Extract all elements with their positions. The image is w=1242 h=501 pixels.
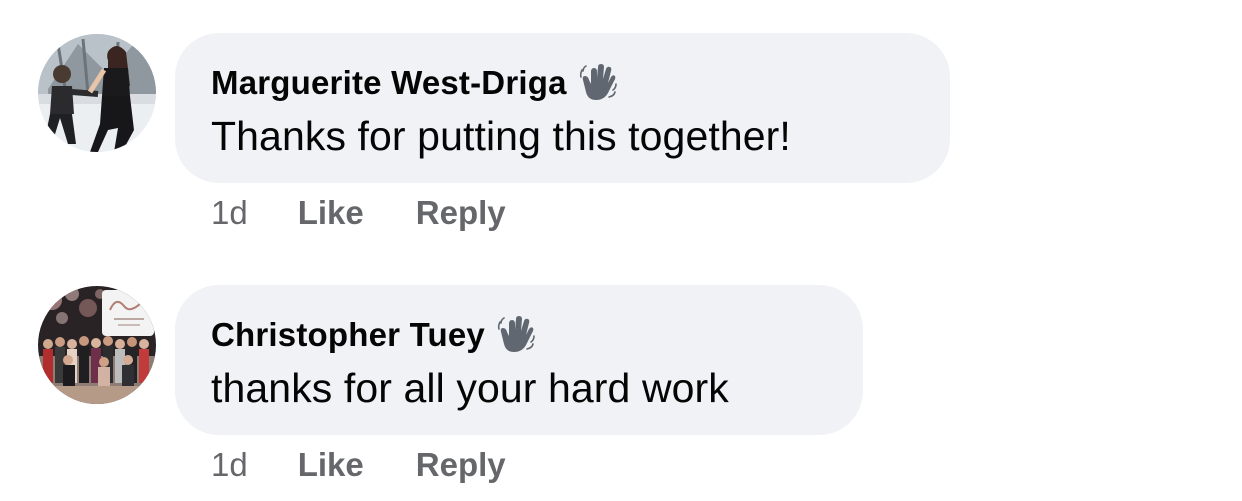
comment-timestamp[interactable]: 1d [211, 194, 248, 232]
comment-author[interactable]: Christopher Tuey [211, 316, 485, 354]
avatar[interactable] [38, 34, 156, 152]
comment-bubble: Christopher Tuey thanks for all your har… [175, 285, 863, 435]
reply-button[interactable]: Reply [416, 194, 506, 232]
comment-timestamp[interactable]: 1d [211, 446, 248, 484]
comment-actions: 1d Like Reply [211, 446, 506, 484]
like-button[interactable]: Like [298, 194, 364, 232]
comment-bubble: Marguerite West-Driga Thanks for putting… [175, 33, 950, 183]
avatar[interactable] [38, 286, 156, 404]
wave-icon[interactable] [579, 64, 617, 102]
avatar-photo [38, 286, 156, 404]
comment-text: Thanks for putting this together! [211, 113, 791, 159]
like-button[interactable]: Like [298, 446, 364, 484]
avatar-photo [38, 34, 156, 152]
comment-actions: 1d Like Reply [211, 194, 506, 232]
reply-button[interactable]: Reply [416, 446, 506, 484]
author-row: Marguerite West-Driga [211, 61, 912, 105]
author-row: Christopher Tuey [211, 313, 825, 357]
comment-text: thanks for all your hard work [211, 365, 729, 411]
comment-author[interactable]: Marguerite West-Driga [211, 64, 567, 102]
wave-icon[interactable] [497, 316, 535, 354]
